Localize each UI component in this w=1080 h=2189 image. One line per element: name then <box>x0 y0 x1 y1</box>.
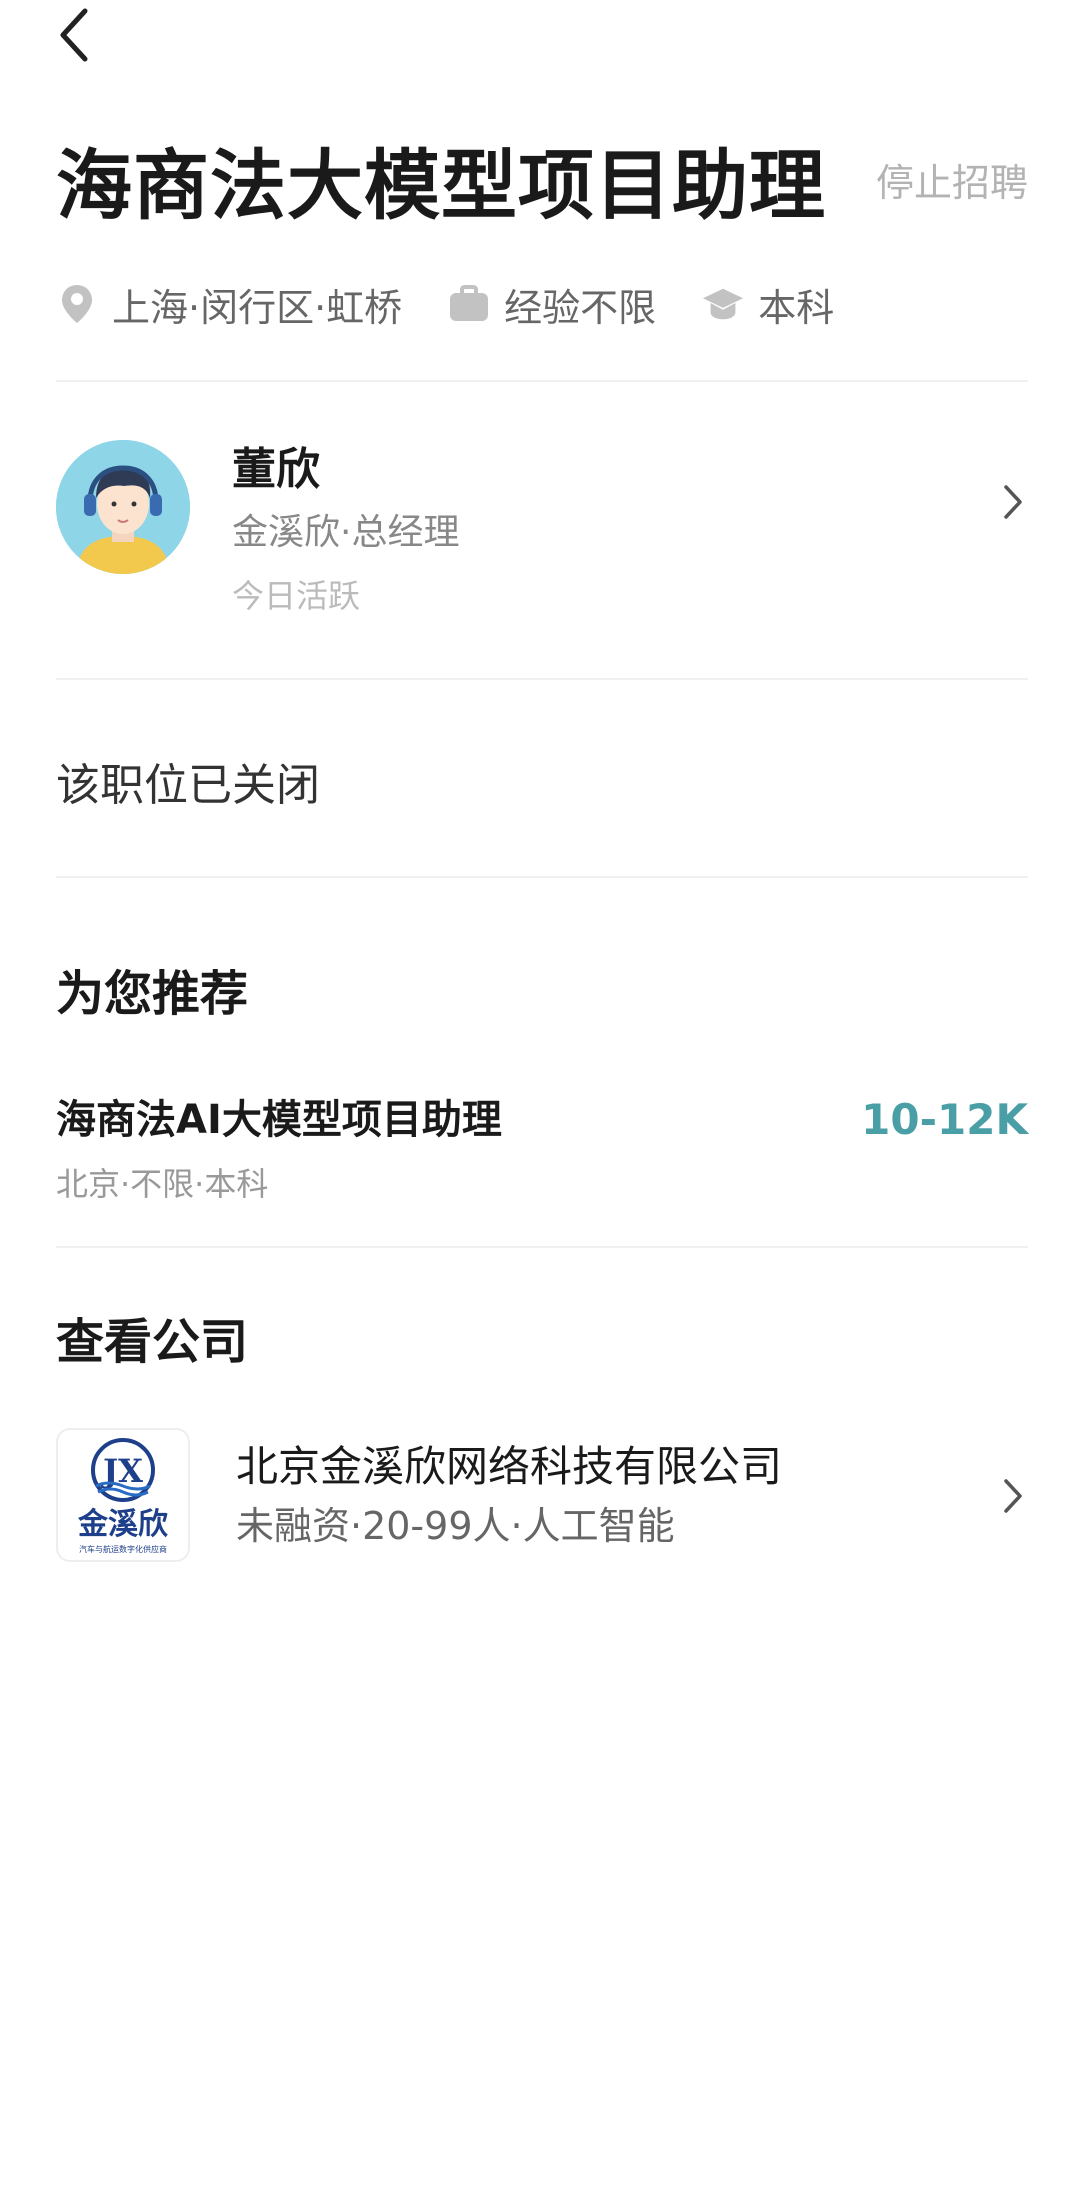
recommended-job-salary: 10-12K <box>861 1095 1028 1144</box>
briefcase-icon <box>448 283 490 325</box>
company-card[interactable]: JX 金溪欣 汽车与航运数字化供应商 北京金溪欣网络科技有限公司 未融资·20-… <box>56 1428 1028 1568</box>
svg-text:汽车与航运数字化供应商: 汽车与航运数字化供应商 <box>79 1544 167 1554</box>
graduation-cap-icon <box>702 283 744 325</box>
svg-text:金溪欣: 金溪欣 <box>77 1507 168 1542</box>
job-meta-row: 上海·闵行区·虹桥 经验不限 本科 <box>56 276 880 332</box>
job-location: 上海·闵行区·虹桥 <box>56 277 402 332</box>
divider <box>56 876 1028 878</box>
avatar <box>56 440 190 574</box>
recommend-heading: 为您推荐 <box>56 966 249 1022</box>
recommended-job-item[interactable]: 海商法AI大模型项目助理 10-12K 北京·不限·本科 <box>56 1092 1028 1212</box>
company-name: 北京金溪欣网络科技有限公司 <box>236 1442 783 1491</box>
recruiter-active-status: 今日活跃 <box>232 577 361 615</box>
chevron-right-icon <box>998 480 1028 524</box>
recommended-job-meta: 北京·不限·本科 <box>56 1165 269 1203</box>
position-closed-notice: 该职位已关闭 <box>56 760 320 811</box>
job-experience-text: 经验不限 <box>504 285 657 330</box>
divider <box>56 380 1028 382</box>
job-detail-page: 海商法大模型项目助理 停止招聘 上海·闵行区·虹桥 经验不限 本科 董欣 金溪欣… <box>0 0 1080 2189</box>
job-experience: 经验不限 <box>448 277 656 332</box>
job-title: 海商法大模型项目助理 <box>56 141 826 230</box>
chevron-right-icon <box>998 1474 1028 1518</box>
company-heading: 查看公司 <box>56 1314 249 1370</box>
location-pin-icon <box>56 283 98 325</box>
job-location-text: 上海·闵行区·虹桥 <box>112 285 403 330</box>
chevron-left-icon <box>60 8 88 62</box>
recruiter-title: 金溪欣·总经理 <box>232 512 460 553</box>
divider <box>56 1246 1028 1248</box>
divider <box>56 678 1028 680</box>
stop-recruiting-label: 停止招聘 <box>875 161 1028 205</box>
recruiter-name: 董欣 <box>232 444 320 495</box>
recommended-job-title: 海商法AI大模型项目助理 <box>56 1097 502 1143</box>
company-meta: 未融资·20-99人·人工智能 <box>236 1504 675 1548</box>
job-education-text: 本科 <box>758 285 835 330</box>
job-education: 本科 <box>702 277 834 332</box>
back-button[interactable] <box>44 0 104 70</box>
recruiter-card[interactable]: 董欣 金溪欣·总经理 今日活跃 <box>56 440 1028 615</box>
company-logo: JX 金溪欣 汽车与航运数字化供应商 <box>56 1428 190 1562</box>
